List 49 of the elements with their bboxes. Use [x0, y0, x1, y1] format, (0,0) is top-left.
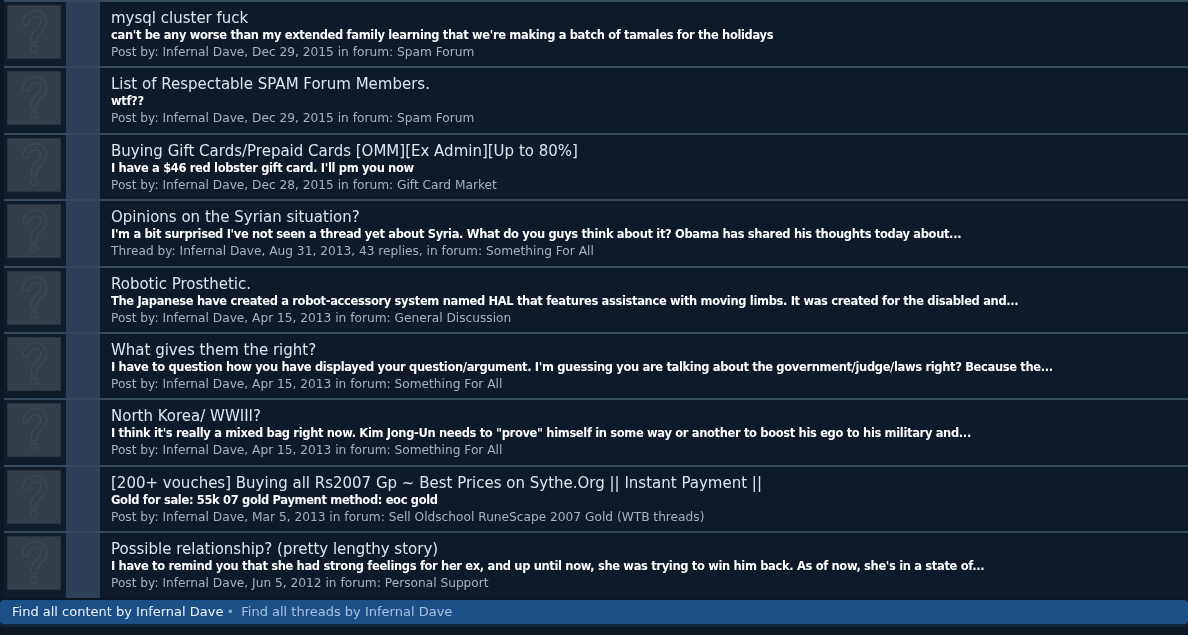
- forum-link[interactable]: Sell Oldschool RuneScape 2007 Gold (WTB threads): [388, 509, 705, 524]
- question-mark-avatar-icon[interactable]: [7, 204, 61, 259]
- forum-link[interactable]: Something For All: [394, 376, 503, 391]
- post-meta: Post by: Infernal Dave, Dec 28, 2015 in forum: Gift Card Market: [111, 176, 497, 194]
- question-mark-avatar-icon[interactable]: [7, 469, 61, 524]
- thread-title-link[interactable]: North Korea/ WWIII?: [111, 406, 261, 427]
- forum-link[interactable]: Spam Forum: [397, 45, 475, 59]
- post-snippet: wtf??: [111, 94, 144, 110]
- question-mark-avatar-icon[interactable]: [7, 137, 61, 192]
- separator-dot: •: [226, 603, 235, 619]
- question-mark-avatar-icon[interactable]: [7, 5, 61, 59]
- post-meta: Post by: Infernal Dave, Mar 5, 2013 in forum: Sell Oldschool RuneScape 2007 Gold (WTB threads): [111, 508, 705, 526]
- post-meta: Post by: Infernal Dave, Apr 15, 2013 in forum: Something For All: [111, 442, 503, 460]
- post-meta: Post by: Infernal Dave, Dec 29, 2015 in forum: Spam Forum: [111, 44, 475, 61]
- thread-title-link[interactable]: What gives them the right?: [111, 339, 317, 360]
- post-meta: Post by: Infernal Dave, Jun 5, 2012 in forum: Personal Support: [111, 575, 489, 593]
- forum-link[interactable]: Personal Support: [384, 576, 489, 591]
- post-snippet: I have to question how you have displayed your question/argument. I'm guessing you are talking about the government/judge/laws right? Because the...: [111, 359, 1053, 375]
- author-link[interactable]: Infernal Dave: [179, 244, 262, 259]
- post-snippet: I think it's really a mixed bag right now. Kim Jong-Un needs to "prove" himself in some way or another to boost his ego to his military and...: [111, 426, 971, 442]
- thread-title-link[interactable]: Possible relationship? (pretty lengthy story): [111, 539, 439, 560]
- question-mark-avatar-icon[interactable]: [7, 71, 61, 126]
- find-content-link[interactable]: Find all content by Infernal Dave: [12, 603, 224, 619]
- find-content-link[interactable]: Find all threads by Infernal Dave: [241, 603, 453, 619]
- post-snippet: The Japanese have created a robot-accessory system named HAL that features assistance with moving limbs. It was created for the disabled and...: [111, 293, 1019, 309]
- forum-link[interactable]: General Discussion: [394, 310, 512, 325]
- forum-link[interactable]: Spam Forum: [397, 111, 475, 126]
- question-mark-avatar-icon[interactable]: [7, 536, 61, 591]
- post-snippet: can't be any worse than my extended family learning that we're making a batch of tamales for the holidays: [111, 28, 774, 43]
- post-meta: Thread by: Infernal Dave, Aug 31, 2013, 43 replies, in forum: Something For All: [111, 243, 594, 261]
- thread-title-link[interactable]: Robotic Prosthetic.: [111, 273, 251, 294]
- post-snippet: I have a $46 red lobster gift card. I'll pm you now: [111, 160, 414, 176]
- forum-link[interactable]: Something For All: [485, 244, 594, 259]
- thread-title-link[interactable]: [200+ vouches] Buying all Rs2007 Gp ~ Best Prices on Sythe.Org || Instant Payment ||: [111, 472, 762, 493]
- thread-title-link[interactable]: Buying Gift Cards/Prepaid Cards [OMM][Ex Admin][Up to 80%]: [111, 140, 578, 161]
- question-mark-avatar-icon[interactable]: [7, 403, 61, 458]
- thread-title-link[interactable]: List of Respectable SPAM Forum Members.: [111, 74, 430, 95]
- post-snippet: I'm a bit surprised I've not seen a thread yet about Syria. What do you guys think about it? Obama has shared his thoughts today about...: [111, 227, 962, 243]
- question-mark-avatar-icon[interactable]: [7, 336, 61, 391]
- post-meta: Post by: Infernal Dave, Apr 15, 2013 in forum: Something For All: [111, 375, 503, 393]
- post-snippet: Gold for sale: 55k 07 gold Payment method: eoc gold: [111, 492, 438, 508]
- question-mark-avatar-icon[interactable]: [7, 270, 61, 325]
- forum-link[interactable]: Gift Card Market: [397, 177, 497, 192]
- post-snippet: I have to remind you that she had strong feelings for her ex, and up until now, she was trying to win him back. As of now, she's in a state of...: [111, 559, 985, 575]
- thread-title-link[interactable]: Opinions on the Syrian situation?: [111, 207, 360, 228]
- forum-link[interactable]: Something For All: [394, 443, 503, 458]
- thread-title-link[interactable]: mysql cluster fuck: [111, 8, 249, 28]
- post-meta: Post by: Infernal Dave, Apr 15, 2013 in forum: General Discussion: [111, 309, 512, 327]
- post-meta: Post by: Infernal Dave, Dec 29, 2015 in forum: Spam Forum: [111, 110, 475, 128]
